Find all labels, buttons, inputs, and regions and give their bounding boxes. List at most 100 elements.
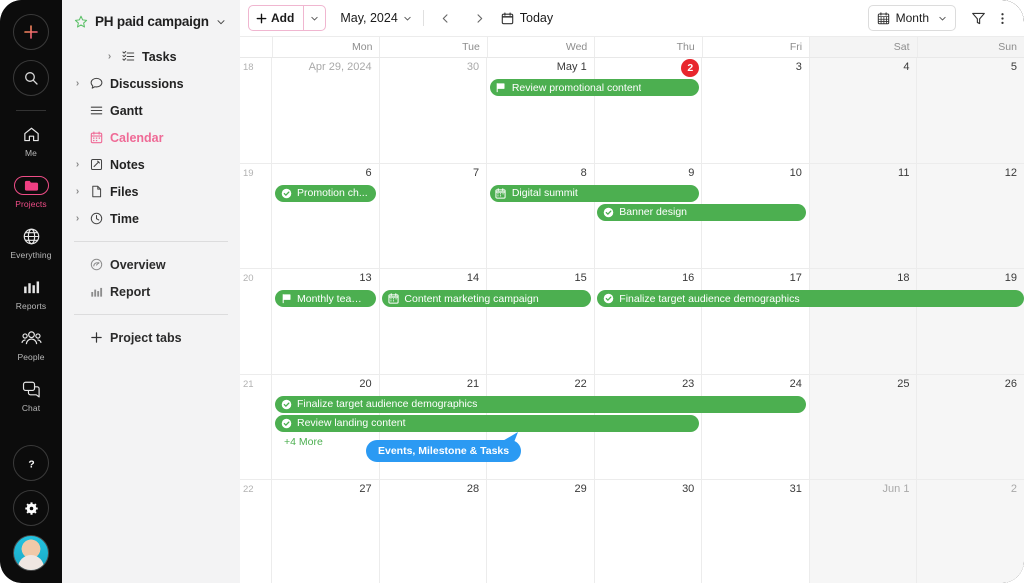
day-cell[interactable]: Apr 29, 2024: [272, 58, 380, 163]
calendar-event[interactable]: Promotion ch...: [275, 184, 377, 202]
day-cell[interactable]: 14: [380, 269, 488, 374]
rail-divider: [16, 110, 46, 111]
view-label: Month: [895, 11, 929, 25]
more-options-button[interactable]: [990, 6, 1014, 30]
calendar-event[interactable]: Finalize target audience demographics: [275, 395, 807, 413]
day-cell[interactable]: 3: [702, 58, 810, 163]
day-cell[interactable]: 4: [809, 58, 918, 163]
next-month-button[interactable]: [469, 7, 491, 29]
day-cell[interactable]: 18: [809, 269, 918, 374]
today-button[interactable]: Today: [501, 11, 553, 25]
help-button[interactable]: ?: [13, 445, 49, 481]
day-number: 29: [574, 483, 587, 496]
week-number: 21: [240, 374, 272, 480]
prev-month-button[interactable]: [435, 7, 457, 29]
chevron-right-icon[interactable]: ›: [72, 213, 83, 224]
chevron-right-icon[interactable]: ›: [72, 186, 83, 197]
svg-text:?: ?: [28, 459, 34, 470]
chevron-left-icon: [443, 13, 448, 23]
chevron-right-icon[interactable]: ›: [104, 51, 115, 62]
chevron-right-icon[interactable]: ›: [72, 78, 83, 89]
rail-item-everything[interactable]: Everything: [3, 225, 59, 260]
calendar-event[interactable]: Digital summit: [489, 184, 699, 202]
day-number: 13: [359, 272, 372, 285]
day-cell[interactable]: 15: [487, 269, 595, 374]
star-icon[interactable]: [74, 15, 88, 29]
sidebar-item-time[interactable]: › Time: [62, 205, 240, 232]
day-cell[interactable]: 24: [702, 374, 810, 480]
day-cell[interactable]: 19: [917, 269, 1024, 374]
view-selector[interactable]: Month: [867, 5, 956, 31]
sidebar-item-discussions[interactable]: › Discussions: [62, 70, 240, 97]
calendar-event[interactable]: Banner design: [597, 203, 807, 221]
day-cell[interactable]: 25: [809, 374, 918, 480]
month-selector[interactable]: May, 2024: [340, 11, 411, 25]
day-cell[interactable]: 28: [380, 480, 488, 583]
day-number: 9: [688, 166, 695, 179]
sidebar-item-gantt[interactable]: Gantt: [62, 97, 240, 124]
rail-item-people[interactable]: People: [3, 327, 59, 362]
day-cell[interactable]: 30: [380, 58, 488, 163]
add-project-tab-button[interactable]: Project tabs: [62, 324, 240, 351]
day-cell[interactable]: Jun 1: [809, 480, 918, 583]
sidebar-item-overview[interactable]: Overview: [62, 251, 240, 278]
day-cell[interactable]: 27: [272, 480, 380, 583]
day-cell[interactable]: 26: [917, 374, 1024, 480]
day-cell[interactable]: 13: [272, 269, 380, 374]
sidebar-item-label: Files: [110, 184, 139, 199]
calendar-event[interactable]: Finalize target audience demographics: [597, 290, 1024, 308]
day-cell[interactable]: 12: [917, 163, 1024, 269]
project-header[interactable]: PH paid campaign: [62, 14, 240, 29]
sidebar-item-report[interactable]: Report: [62, 278, 240, 305]
day-cell[interactable]: May 1: [487, 58, 595, 163]
more-events-link[interactable]: +4 More: [284, 436, 323, 448]
search-icon-button[interactable]: [13, 60, 49, 96]
calendar-event[interactable]: Monthly team...: [275, 290, 377, 308]
check-circle-icon: [280, 398, 292, 410]
day-cell[interactable]: 16: [595, 269, 703, 374]
avatar[interactable]: [13, 535, 49, 571]
day-cells: 27 28 29 30 31 Jun 1 2: [272, 480, 1024, 583]
rail-label: Reports: [15, 301, 47, 311]
day-number: Jun 1: [882, 483, 910, 496]
day-number: 18: [897, 272, 910, 285]
chevron-right-icon[interactable]: ›: [72, 159, 83, 170]
rail-label: Projects: [15, 199, 47, 209]
sidebar-item-notes[interactable]: › Notes: [62, 151, 240, 178]
day-cell[interactable]: 5: [917, 58, 1024, 163]
day-cell[interactable]: 7: [380, 163, 488, 269]
rail-item-reports[interactable]: Reports: [3, 276, 59, 311]
calendar-event[interactable]: Content marketing campaign: [382, 290, 592, 308]
settings-button[interactable]: [13, 490, 49, 526]
calendar-event[interactable]: Review promotional content: [489, 79, 699, 96]
add-icon-button[interactable]: [13, 14, 49, 50]
day-cell[interactable]: 6: [272, 163, 380, 269]
day-cell[interactable]: 29: [487, 480, 595, 583]
rail-item-me[interactable]: Me: [3, 123, 59, 158]
day-cell[interactable]: 11: [809, 163, 918, 269]
rail-item-chat[interactable]: Chat: [3, 378, 59, 413]
rail-item-projects[interactable]: Projects: [3, 174, 59, 209]
calendar-week-row: 18 Apr 29, 2024 30 May 1 2 3 4 5 Review promotio…: [240, 58, 1024, 164]
day-cell[interactable]: 2: [595, 58, 703, 163]
calendar-event-title: Promotion ch...: [297, 187, 368, 200]
day-cell[interactable]: 17: [702, 269, 810, 374]
day-cell[interactable]: 31: [702, 480, 810, 583]
note-icon: [89, 158, 104, 171]
calendar-event[interactable]: Review landing content: [275, 414, 699, 432]
sidebar-item-tasks[interactable]: › Tasks: [62, 43, 240, 70]
plus-icon: [256, 13, 267, 23]
add-button-dropdown[interactable]: [304, 6, 325, 30]
day-cell[interactable]: 8: [487, 163, 595, 269]
day-number: 6: [365, 166, 372, 179]
day-cell[interactable]: 30: [595, 480, 703, 583]
day-cell[interactable]: 2: [917, 480, 1024, 583]
filter-button[interactable]: [966, 6, 990, 30]
day-number: 15: [574, 272, 587, 285]
app-window: Me Projects Everything Reports People Ch…: [0, 0, 1024, 583]
sidebar-item-calendar[interactable]: Calendar: [62, 124, 240, 151]
sidebar-divider: [74, 241, 228, 242]
add-button-main[interactable]: Add: [249, 6, 303, 30]
sidebar-item-files[interactable]: › Files: [62, 178, 240, 205]
add-button[interactable]: Add: [248, 5, 327, 31]
